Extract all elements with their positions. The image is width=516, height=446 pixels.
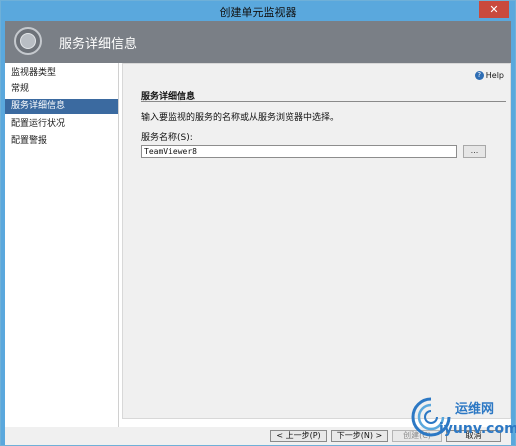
wizard-steps: 监视器类型 常规 服务详细信息 配置运行状况 配置警报 [5,63,118,427]
watermark-domain-text: iyunv.com [439,421,516,437]
content-panel: ? Help 服务详细信息 输入要监视的服务的名称或从服务浏览器中选择。 服务名称… [122,63,511,419]
help-icon: ? [474,71,484,80]
window-title: 创建单元监视器 [219,6,297,19]
step-configure-alerts[interactable]: 配置警报 [5,134,118,149]
page-header: 服务详细信息 [5,21,511,63]
step-service-details[interactable]: 服务详细信息 [5,99,118,114]
help-label: Help [485,71,504,80]
step-general[interactable]: 常规 [5,82,118,97]
watermark-chinese-text: 运维网 [455,402,495,417]
page-title: 服务详细信息 [59,37,138,52]
monitor-icon [14,27,42,55]
site-watermark: 运维网 iyunv.com [395,393,516,443]
help-link[interactable]: ? Help [474,71,504,80]
section-divider [141,101,506,102]
previous-button[interactable]: < 上一步(P) [270,430,327,442]
sidebar-divider [118,63,119,427]
browse-button[interactable]: ... [463,145,486,158]
close-button[interactable]: ✕ [479,1,509,18]
instruction-text: 输入要监视的服务的名称或从服务浏览器中选择。 [141,113,340,123]
title-bar[interactable]: 创建单元监视器 ✕ [1,1,515,21]
next-button[interactable]: 下一步(N) > [331,430,388,442]
step-monitor-type[interactable]: 监视器类型 [5,66,118,81]
wizard-body: 监视器类型 常规 服务详细信息 配置运行状况 配置警报 ? Help 服务详细信息… [5,63,511,427]
service-name-input[interactable]: TeamViewer8 [141,145,457,158]
wizard-window: 创建单元监视器 ✕ 服务详细信息 监视器类型 常规 服务详细信息 配置运行状况 … [0,0,516,446]
service-name-label: 服务名称(S): [141,133,193,143]
step-configure-health[interactable]: 配置运行状况 [5,117,118,132]
